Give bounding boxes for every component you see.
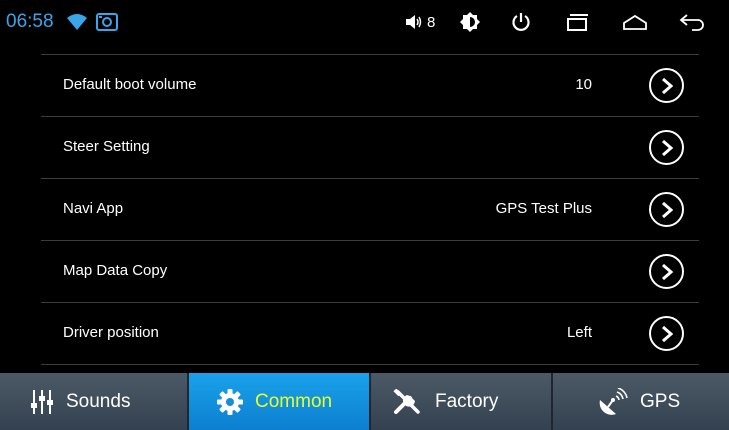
tools-icon (393, 388, 423, 415)
sliders-icon (30, 389, 54, 415)
setting-value: Left (566, 324, 592, 341)
list-divider (41, 364, 699, 365)
setting-row-navi-app[interactable]: Navi App GPS Test Plus (41, 178, 699, 240)
setting-value: 10 (575, 76, 592, 93)
tab-label: Common (255, 390, 333, 412)
setting-row-steer-setting[interactable]: Steer Setting (41, 116, 699, 178)
chevron-right-icon[interactable] (649, 130, 684, 165)
tab-gps[interactable]: GPS (553, 373, 729, 430)
home-icon[interactable] (622, 12, 648, 32)
tab-label: Sounds (66, 390, 131, 412)
photo-icon[interactable] (96, 12, 118, 32)
status-bar: 06:58 8 (0, 0, 729, 44)
tab-bar: Sounds Common Factory GPS (0, 373, 729, 430)
back-icon[interactable] (678, 12, 706, 32)
power-icon[interactable] (511, 12, 531, 32)
chevron-right-icon[interactable] (649, 192, 684, 227)
setting-label: Steer Setting (63, 138, 150, 155)
setting-label: Map Data Copy (63, 262, 168, 279)
recent-apps-icon[interactable] (566, 12, 590, 32)
setting-row-default-boot-volume[interactable]: Default boot volume 10 (41, 54, 699, 116)
brightness-icon[interactable] (460, 12, 480, 32)
tab-label: Factory (435, 390, 499, 412)
setting-row-driver-position[interactable]: Driver position Left (41, 302, 699, 364)
volume-level: 8 (427, 13, 436, 31)
gear-icon (217, 388, 243, 415)
setting-label: Navi App (63, 200, 124, 217)
tab-factory[interactable]: Factory (371, 373, 551, 430)
setting-row-map-data-copy[interactable]: Map Data Copy (41, 240, 699, 302)
tab-label: GPS (640, 390, 681, 412)
clock: 06:58 (6, 11, 54, 32)
tab-sounds[interactable]: Sounds (0, 373, 187, 430)
setting-label: Default boot volume (63, 76, 197, 93)
setting-label: Driver position (63, 324, 159, 341)
chevron-right-icon[interactable] (649, 254, 684, 289)
volume-icon (406, 15, 422, 29)
chevron-right-icon[interactable] (649, 68, 684, 103)
setting-value: GPS Test Plus (495, 200, 592, 217)
settings-list: Default boot volume 10 Steer Setting Nav… (41, 54, 699, 365)
tab-common[interactable]: Common (189, 373, 369, 430)
satellite-icon (598, 387, 628, 416)
wifi-icon (66, 12, 88, 32)
chevron-right-icon[interactable] (649, 316, 684, 351)
volume-indicator[interactable]: 8 (405, 12, 435, 32)
